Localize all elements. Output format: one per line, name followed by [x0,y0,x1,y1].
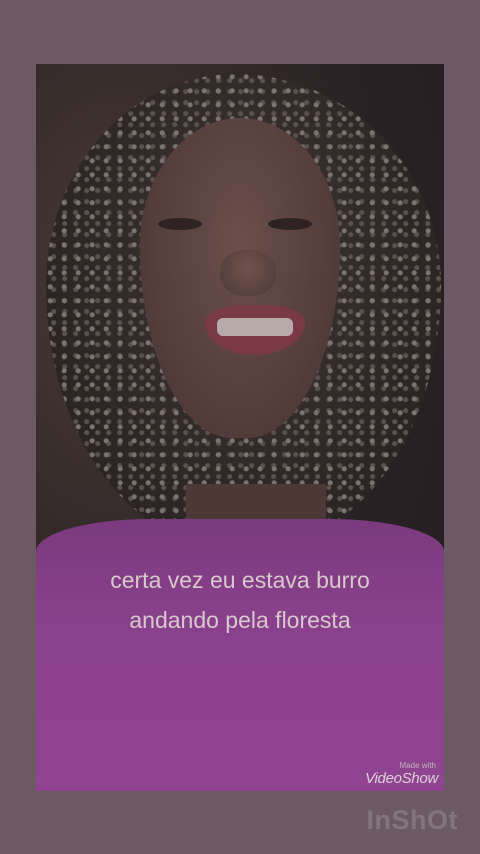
caption-line-2: andando pela floresta [129,607,351,633]
left-eye [158,218,202,230]
inshot-logo: InShOt [366,805,458,835]
right-eye [268,218,312,230]
nose [220,250,276,296]
subtitle-caption: certa vez eu estava burro andando pela f… [36,560,444,640]
videoshow-logo: VideoShow [365,770,438,787]
caption-line-1: certa vez eu estava burro [110,567,370,593]
teeth [217,318,293,336]
